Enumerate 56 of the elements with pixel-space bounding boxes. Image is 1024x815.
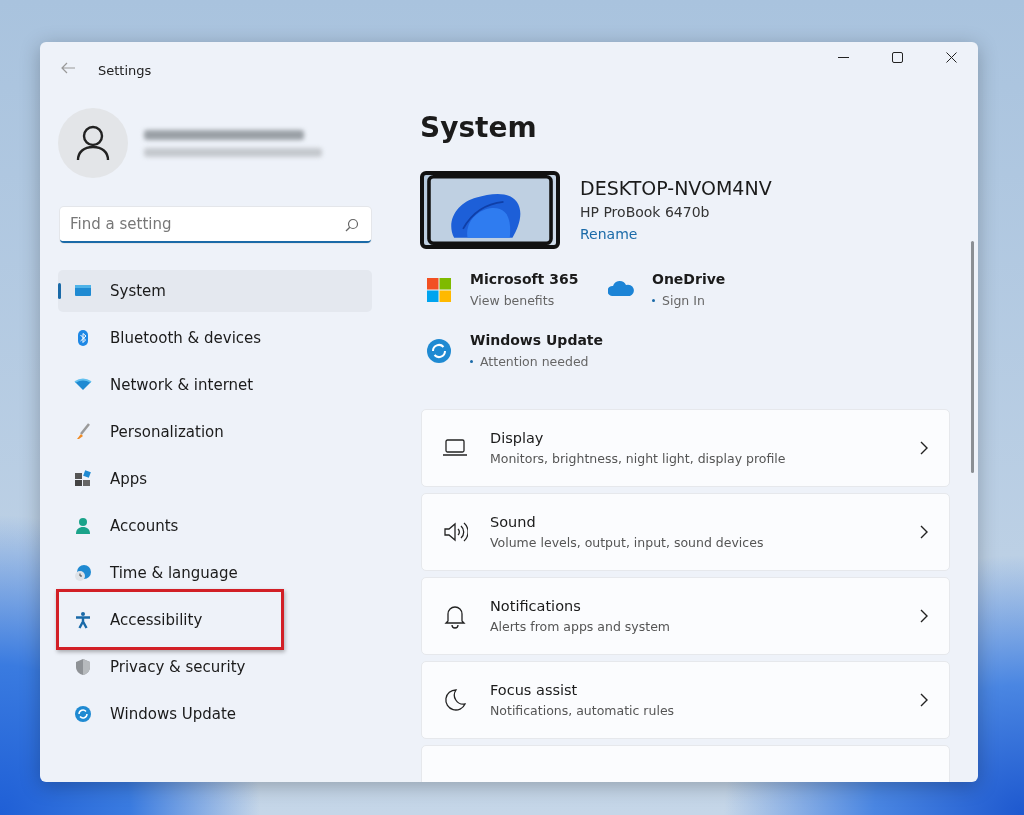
card-description: Alerts from apps and system <box>490 619 671 634</box>
device-name: DESKTOP-NVOM4NV <box>580 177 772 199</box>
moon-icon <box>442 687 468 713</box>
brush-icon <box>74 423 92 441</box>
sidebar-item[interactable]: Bluetooth & devices <box>58 317 372 359</box>
search-field[interactable]: Find a setting <box>60 207 371 243</box>
card-title: Sound <box>490 514 537 530</box>
card-description: Monitors, brightness, night light, display profile <box>490 451 787 466</box>
chevron-right-icon <box>919 441 929 455</box>
settings-card[interactable]: Focus assist Notifications, automatic rules <box>421 661 950 739</box>
bell-icon <box>442 603 468 629</box>
scrollbar-thumb[interactable] <box>971 241 974 473</box>
sidebar-item[interactable]: Personalization <box>58 411 372 453</box>
chevron-right-icon <box>919 609 929 623</box>
apps-icon <box>74 470 92 488</box>
sidebar-item[interactable]: Windows Update <box>58 693 372 735</box>
card-title: Notifications <box>490 598 582 614</box>
selection-indicator <box>58 283 61 299</box>
sidebar-item[interactable]: Network & internet <box>58 364 372 406</box>
link-subtitle[interactable]: View benefits <box>470 293 555 308</box>
page-title: System <box>420 111 538 146</box>
back-arrow-icon <box>60 62 76 74</box>
link-subtitle[interactable]: Sign In <box>662 293 705 308</box>
card-title: Display <box>490 430 545 446</box>
link-subtitle[interactable]: Attention needed <box>480 354 589 369</box>
link-title[interactable]: OneDrive <box>652 271 726 287</box>
window-title: Settings <box>98 62 152 78</box>
person-icon <box>76 125 110 161</box>
settings-card[interactable]: Sound Volume levels, output, input, sound devices <box>421 493 950 571</box>
sync-icon <box>426 337 452 364</box>
search-icon <box>345 218 359 232</box>
maximize-icon <box>891 51 903 63</box>
settings-card[interactable]: Notifications Alerts from apps and system <box>421 577 950 655</box>
sidebar-item[interactable]: Apps <box>58 458 372 500</box>
sidebar-item[interactable]: Accessibility <box>58 599 372 641</box>
sidebar-item[interactable]: Accounts <box>58 505 372 547</box>
chevron-right-icon <box>919 525 929 539</box>
four-squares-icon <box>426 276 452 303</box>
globe-clock-icon <box>74 564 92 582</box>
accessibility-icon <box>74 611 92 629</box>
sidebar-item[interactable]: System <box>58 270 372 312</box>
person-icon <box>74 517 92 535</box>
shield-icon <box>74 658 92 676</box>
card-description: Notifications, automatic rules <box>490 703 676 718</box>
chevron-right-icon <box>919 693 929 707</box>
device-model: HP ProBook 6470b <box>580 204 711 220</box>
sync-icon <box>74 705 92 723</box>
sidebar-item[interactable]: Time & language <box>58 552 372 594</box>
close-icon <box>945 51 957 63</box>
link-title[interactable]: Windows Update <box>470 332 604 348</box>
rename-link[interactable]: Rename <box>580 226 638 242</box>
sidebar-item[interactable]: Privacy & security <box>58 646 372 688</box>
link-title[interactable]: Microsoft 365 <box>470 271 579 287</box>
card-title: Focus assist <box>490 682 579 698</box>
settings-card[interactable]: Display Monitors, brightness, night light, display profile <box>421 409 950 487</box>
card-description: Volume levels, output, input, sound devices <box>490 535 765 550</box>
